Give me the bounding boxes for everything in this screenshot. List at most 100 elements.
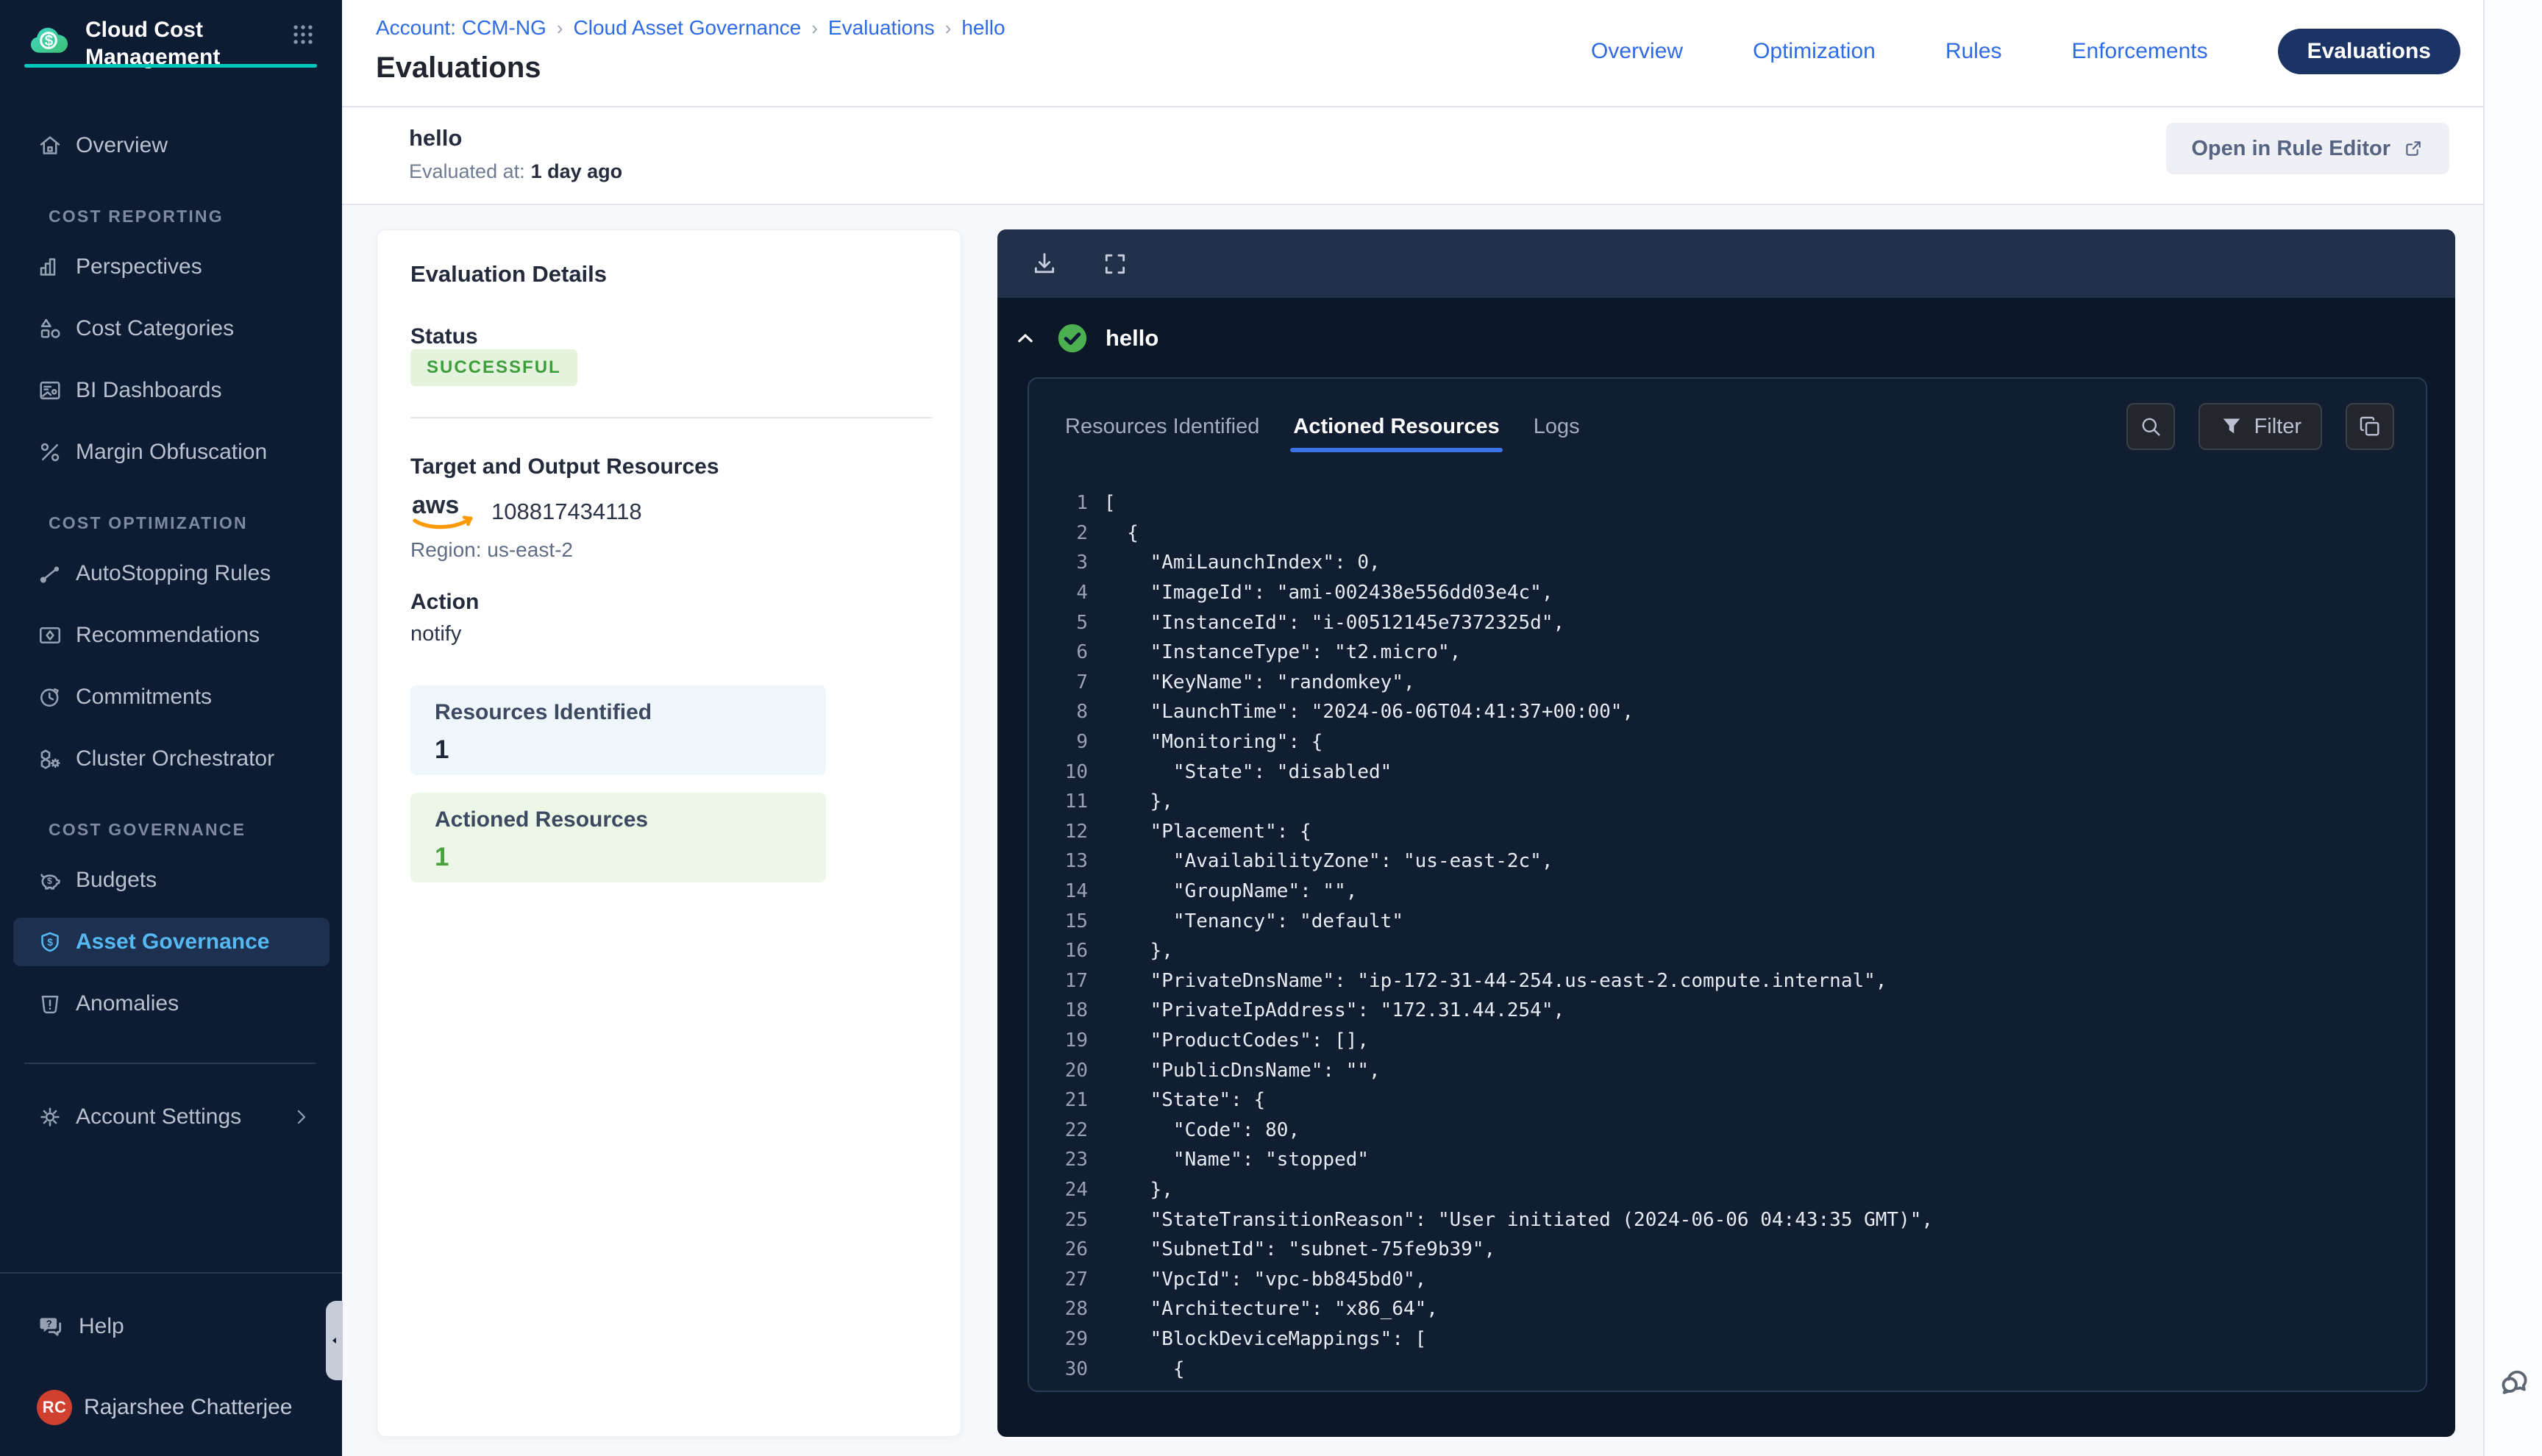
search-button[interactable] — [2126, 403, 2175, 450]
line-content: "Monitoring": { — [1088, 731, 1322, 753]
nav-evaluations[interactable]: Evaluations — [2278, 29, 2460, 74]
breadcrumb-link-cloud-asset-governance[interactable]: Cloud Asset Governance — [574, 16, 802, 40]
sidebar-item-anomalies[interactable]: Anomalies — [13, 979, 330, 1028]
open-in-rule-editor-button[interactable]: Open in Rule Editor — [2166, 123, 2449, 174]
sidebar-item-overview[interactable]: Overview — [13, 121, 330, 170]
filter-button[interactable]: Filter — [2199, 403, 2322, 450]
line-number: 23 — [1051, 1149, 1088, 1171]
line-number: 14 — [1051, 880, 1088, 902]
stat-actioned-resources: Actioned Resources1 — [410, 793, 826, 882]
resources-tabs: Resources Identified Actioned Resources Lo… — [1064, 401, 1581, 452]
sidebar-item-budgets[interactable]: $Budgets — [13, 856, 330, 904]
line-content: }, — [1088, 1179, 1173, 1201]
bar-chart-icon — [37, 254, 63, 280]
line-content: "PublicDnsName": "", — [1088, 1060, 1381, 1082]
home-icon — [37, 132, 63, 159]
line-content: "PrivateIpAddress": "172.31.44.254", — [1088, 999, 1564, 1021]
stat-value: 1 — [435, 843, 802, 872]
line-number: 29 — [1051, 1328, 1088, 1350]
sidebar-item-margin-obfuscation[interactable]: Margin Obfuscation — [13, 428, 330, 477]
svg-text:$: $ — [47, 937, 53, 948]
chevron-right-icon — [290, 1106, 312, 1128]
code-line: 1[ — [1051, 488, 2418, 518]
tab-resources-identified[interactable]: Resources Identified — [1064, 401, 1261, 452]
line-content: "LaunchTime": "2024-06-06T04:41:37+00:00… — [1088, 701, 1634, 723]
line-content: "Code": 80, — [1088, 1119, 1300, 1141]
json-code-viewer[interactable]: 1[2 {3 "AmiLaunchIndex": 0,4 "ImageId": … — [1051, 488, 2418, 1384]
line-content: "GroupName": "", — [1088, 880, 1357, 902]
code-line: 23 "Name": "stopped" — [1051, 1145, 2418, 1175]
code-line: 22 "Code": 80, — [1051, 1115, 2418, 1145]
line-content: [ — [1088, 492, 1116, 514]
breadcrumb-separator: › — [557, 17, 563, 40]
code-line: 28 "Architecture": "x86_64", — [1051, 1294, 2418, 1324]
user-profile[interactable]: RC Rajarshee Chatterjee — [0, 1383, 342, 1432]
sidebar-item-help[interactable]: ? Help — [13, 1302, 330, 1351]
code-line: 19 "ProductCodes": [], — [1051, 1026, 2418, 1056]
sidebar-item-bi-dashboards[interactable]: BI Dashboards — [13, 366, 330, 415]
line-number: 6 — [1051, 641, 1088, 663]
breadcrumb-link-account-ccm-ng[interactable]: Account: CCM-NG — [376, 16, 547, 40]
code-line: 17 "PrivateDnsName": "ip-172-31-44-254.u… — [1051, 966, 2418, 996]
sidebar-item-asset-governance[interactable]: $Asset Governance — [13, 918, 330, 966]
sidebar-item-cluster-orchestrator[interactable]: Cluster Orchestrator — [13, 735, 330, 783]
tab-logs[interactable]: Logs — [1532, 401, 1581, 452]
line-number: 25 — [1051, 1209, 1088, 1231]
evaluated-at: Evaluated at:1 day ago — [409, 160, 622, 183]
funnel-icon — [2219, 414, 2244, 439]
line-content: }, — [1088, 791, 1173, 813]
sidebar-collapse-handle[interactable] — [326, 1301, 343, 1380]
line-number: 3 — [1051, 552, 1088, 574]
code-line: 15 "Tenancy": "default" — [1051, 906, 2418, 936]
line-number: 17 — [1051, 970, 1088, 992]
nav-enforcements[interactable]: Enforcements — [2072, 39, 2208, 64]
sidebar-item-label: BI Dashboards — [76, 378, 221, 403]
line-number: 26 — [1051, 1238, 1088, 1260]
line-number: 11 — [1051, 791, 1088, 813]
line-number: 27 — [1051, 1268, 1088, 1291]
tab-actioned-resources[interactable]: Actioned Resources — [1292, 401, 1500, 452]
sidebar-item-recommendations[interactable]: Recommendations — [13, 611, 330, 660]
code-line: 26 "SubnetId": "subnet-75fe9b39", — [1051, 1235, 2418, 1265]
code-line: 5 "InstanceId": "i-00512145e7372325d", — [1051, 607, 2418, 638]
sidebar-item-perspectives[interactable]: Perspectives — [13, 243, 330, 291]
code-line: 25 "StateTransitionReason": "User initia… — [1051, 1205, 2418, 1235]
breadcrumb-link-hello[interactable]: hello — [961, 16, 1005, 40]
sidebar-item-label: Cluster Orchestrator — [76, 746, 274, 771]
code-line: 11 }, — [1051, 787, 2418, 817]
breadcrumb-link-evaluations[interactable]: Evaluations — [828, 16, 935, 40]
code-line: 24 }, — [1051, 1175, 2418, 1205]
breadcrumb-separator: › — [811, 17, 818, 40]
code-line: 16 }, — [1051, 936, 2418, 966]
line-content: "PrivateDnsName": "ip-172-31-44-254.us-e… — [1088, 970, 1887, 992]
sidebar-item-cost-categories[interactable]: Cost Categories — [13, 304, 330, 353]
support-chat-icon[interactable] — [2495, 1360, 2535, 1400]
sidebar-item-autostopping-rules[interactable]: AutoStopping Rules — [13, 549, 330, 598]
sidebar-item-account-settings[interactable]: Account Settings — [13, 1093, 330, 1141]
evaluation-viewer-panel: hello Resources Identified Actioned Resou… — [997, 229, 2455, 1437]
line-number: 21 — [1051, 1089, 1088, 1111]
filter-button-label: Filter — [2254, 415, 2301, 439]
collapse-chevron-icon[interactable] — [1014, 327, 1036, 349]
nav-overview[interactable]: Overview — [1591, 39, 1683, 64]
fullscreen-icon[interactable] — [1100, 249, 1130, 279]
evaluation-row: hello — [1014, 321, 1158, 355]
status-badge: SUCCESSFUL — [410, 349, 577, 386]
line-content: "Architecture": "x86_64", — [1088, 1298, 1438, 1320]
download-icon[interactable] — [1030, 249, 1059, 279]
sidebar-item-label: Perspectives — [76, 254, 202, 279]
sidebar-footer-divider — [0, 1272, 342, 1274]
status-label: Status — [410, 324, 478, 349]
nav-rules[interactable]: Rules — [1945, 39, 2002, 64]
copy-button[interactable] — [2346, 403, 2394, 450]
line-number: 20 — [1051, 1060, 1088, 1082]
line-number: 19 — [1051, 1029, 1088, 1052]
evaluation-title: hello — [1106, 325, 1158, 351]
line-number: 12 — [1051, 821, 1088, 843]
subheader-divider — [342, 204, 2483, 205]
sidebar-item-commitments[interactable]: Commitments — [13, 673, 330, 721]
avatar: RC — [37, 1390, 72, 1425]
sidebar-item-label: Margin Obfuscation — [76, 440, 267, 465]
nav-optimization[interactable]: Optimization — [1753, 39, 1876, 64]
line-content: "VpcId": "vpc-bb845bd0", — [1088, 1268, 1426, 1291]
